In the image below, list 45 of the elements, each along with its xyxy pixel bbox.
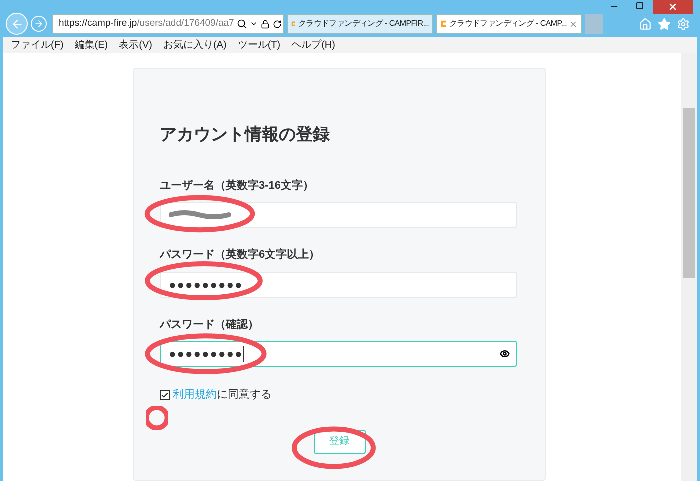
forward-arrow-icon xyxy=(34,19,44,29)
close-icon xyxy=(668,2,678,12)
agree-text: 利用規約に同意する xyxy=(173,388,272,403)
tab-title: クラウドファンディング - CAMPFIR... xyxy=(298,18,429,30)
form-title: アカウント情報の登録 xyxy=(160,124,331,146)
refresh-icon[interactable] xyxy=(273,20,282,28)
scrollbar[interactable] xyxy=(681,53,697,481)
password-value: ●●●●●●●●● xyxy=(169,346,244,363)
show-password-icon[interactable] xyxy=(500,349,510,359)
password-value: ●●●●●●●●● xyxy=(169,276,244,294)
browser-tab[interactable]: クラウドファンディング - CAMPFIR... xyxy=(287,14,433,34)
favorites-star-icon[interactable] xyxy=(658,18,671,30)
menu-item[interactable]: 編集(E) xyxy=(74,38,108,52)
menu-item[interactable]: ツール(T) xyxy=(238,38,281,52)
input-field[interactable] xyxy=(160,202,517,228)
url-path: /users/add/176409/aa7 xyxy=(137,16,234,31)
address-bar[interactable]: https://camp-fire.jp/users/add/176409/aa7 xyxy=(52,14,284,34)
home-icon[interactable] xyxy=(639,18,652,30)
forward-button[interactable] xyxy=(31,16,47,32)
scroll-thumb[interactable] xyxy=(683,108,695,278)
menu-item[interactable]: お気に入り(A) xyxy=(163,38,227,52)
site-favicon-icon xyxy=(440,18,448,30)
input-field[interactable]: ●●●●●●●●● xyxy=(160,341,517,367)
lock-icon xyxy=(261,20,270,28)
field-label: パスワード（英数字6文字以上） xyxy=(160,248,322,263)
input-field[interactable]: ●●●●●●●●● xyxy=(160,272,517,298)
menu-item[interactable]: 表示(V) xyxy=(119,38,152,52)
search-icon[interactable] xyxy=(237,19,248,29)
browser-tab[interactable]: クラウドファンディング - CAMP... xyxy=(436,14,582,34)
tab-title: クラウドファンディング - CAMP... xyxy=(449,18,567,30)
settings-icon[interactable] xyxy=(677,18,690,30)
maximize-icon xyxy=(636,2,644,10)
url-host: https://camp-fire.jp xyxy=(59,16,138,31)
menu-item[interactable]: ヘルプ(H) xyxy=(292,38,336,52)
text-cursor xyxy=(243,346,244,362)
agree-checkbox[interactable] xyxy=(160,390,170,400)
scribbled-text-drawing xyxy=(169,210,231,220)
menu-item[interactable]: ファイル(F) xyxy=(11,38,64,52)
back-button[interactable] xyxy=(6,13,28,35)
caret-icon[interactable] xyxy=(250,20,258,28)
close-tab-icon[interactable] xyxy=(569,20,578,28)
field-label: パスワード（確認） xyxy=(160,318,260,332)
close-button[interactable] xyxy=(653,0,693,14)
back-arrow-icon xyxy=(10,18,24,30)
field-label: ユーザー名（英数字3-16文字） xyxy=(160,178,316,194)
